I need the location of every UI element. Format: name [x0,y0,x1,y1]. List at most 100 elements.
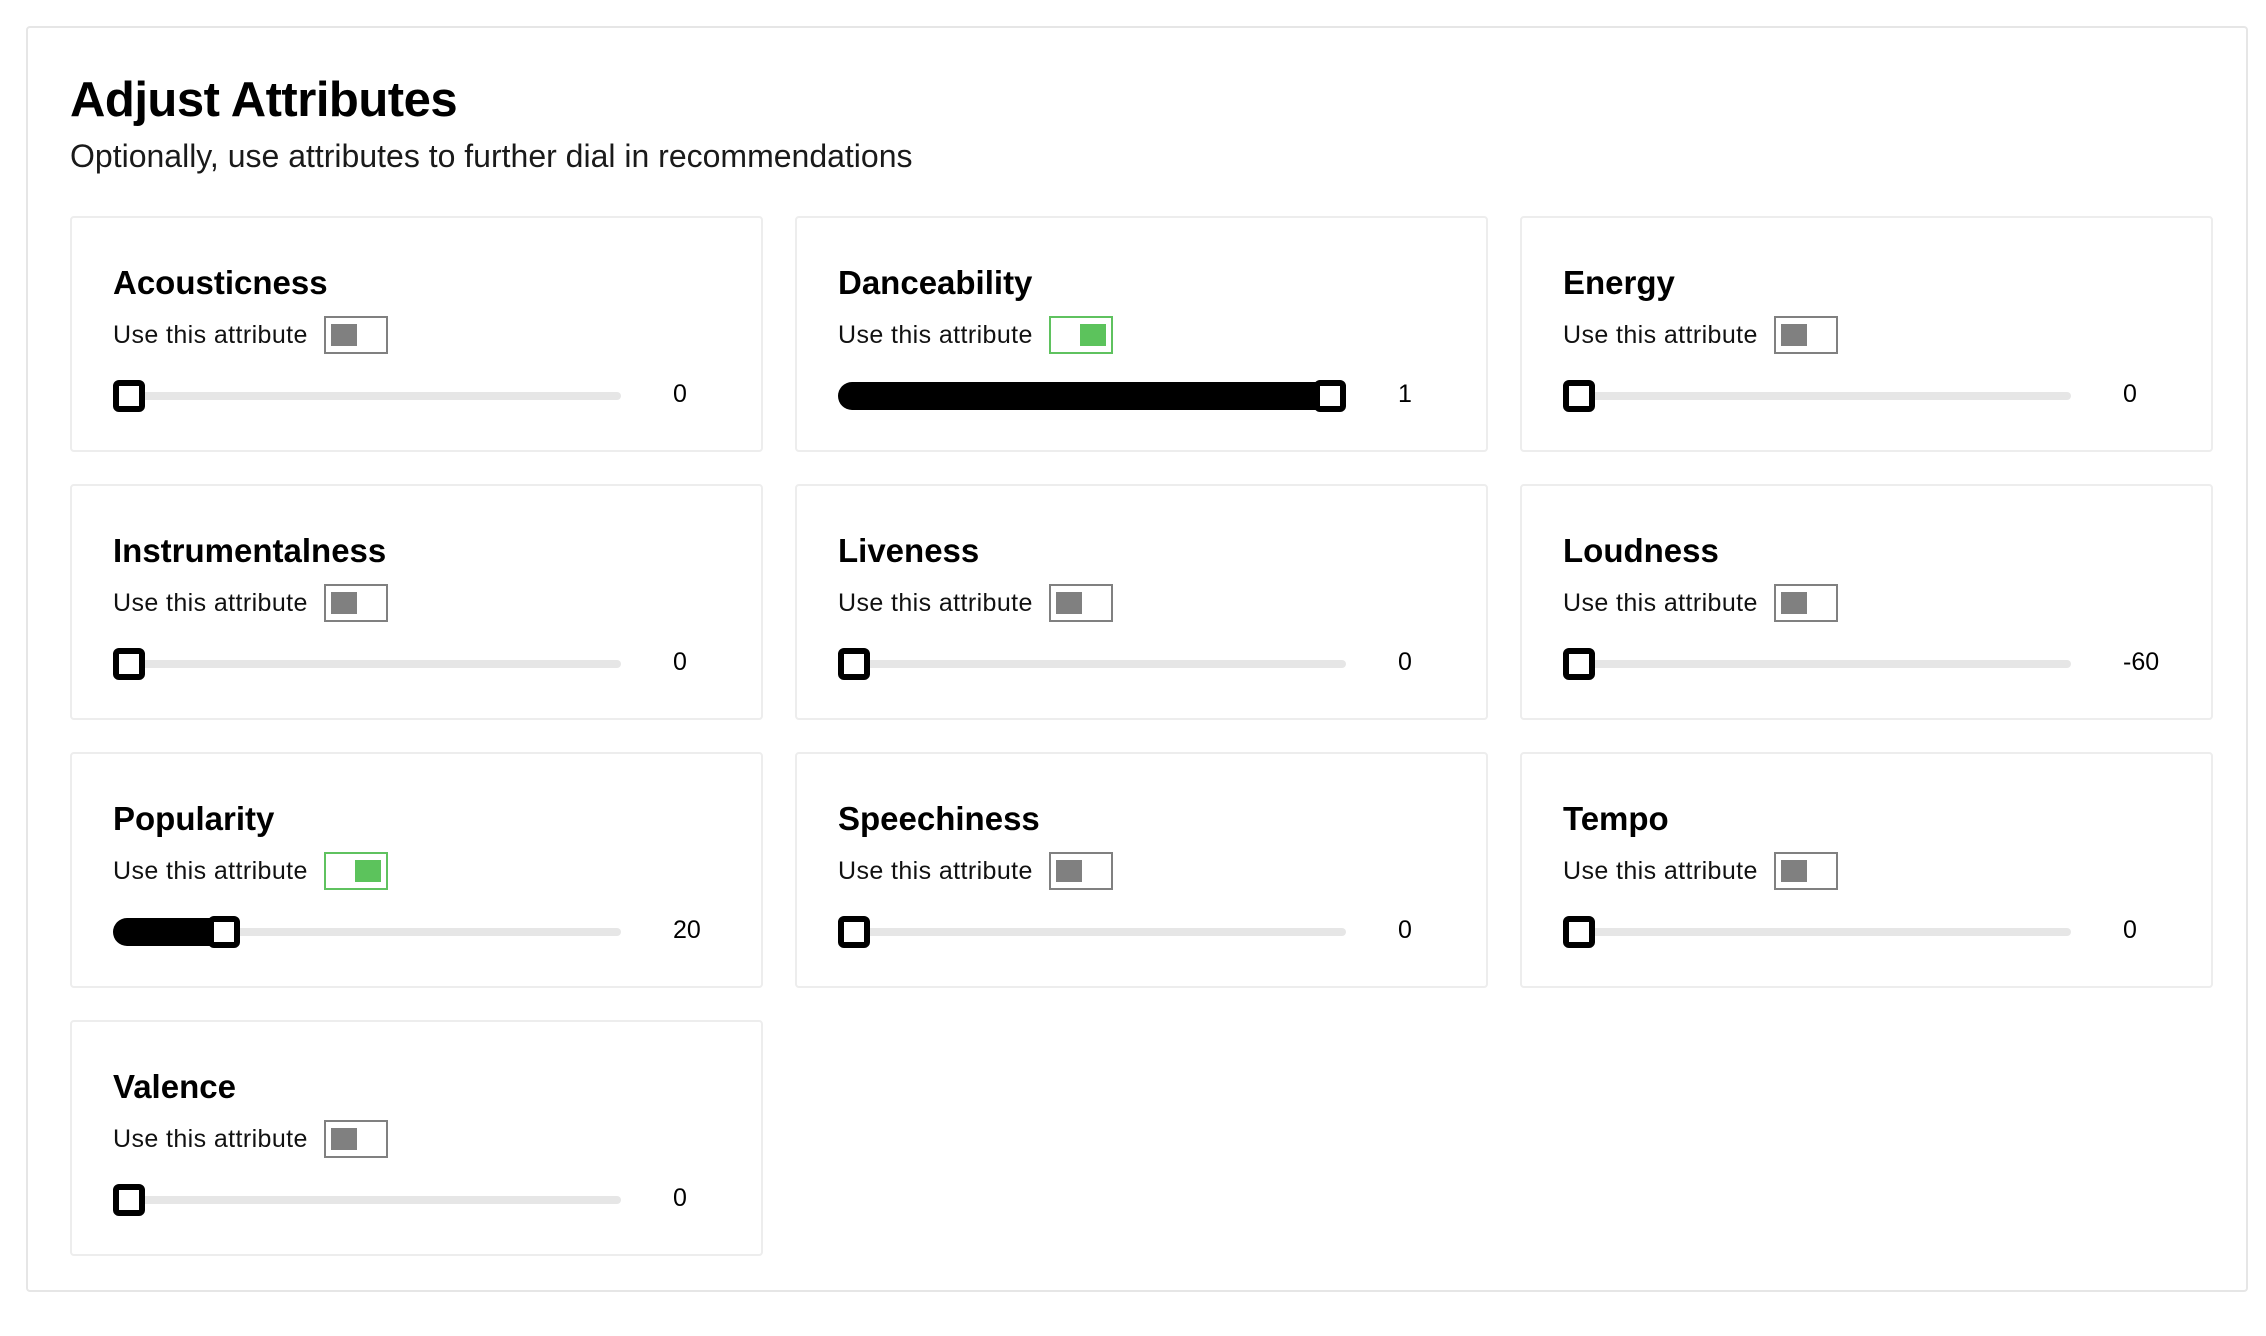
slider-track [1563,928,2071,936]
attribute-card-liveness: Liveness Use this attribute 0 [795,484,1488,720]
attribute-value: -60 [2123,648,2160,676]
attribute-value: 1 [1398,380,1412,408]
use-attribute-row: Use this attribute [113,316,388,354]
use-attribute-row: Use this attribute [1563,316,1838,354]
slider-track [838,660,1346,668]
attribute-slider[interactable] [113,380,621,412]
slider-track [113,1196,621,1204]
use-attribute-label: Use this attribute [1563,856,1758,885]
slider-thumb[interactable] [1314,380,1346,412]
slider-track [1563,660,2071,668]
slider-thumb[interactable] [838,648,870,680]
attribute-card-instrumentalness: Instrumentalness Use this attribute 0 [70,484,763,720]
use-attribute-row: Use this attribute [113,852,388,890]
use-attribute-toggle[interactable] [323,584,388,622]
toggle-knob [330,1128,357,1150]
use-attribute-toggle[interactable] [323,1120,388,1158]
use-attribute-label: Use this attribute [113,588,308,617]
use-attribute-toggle[interactable] [323,316,388,354]
toggle-knob [1079,324,1106,346]
use-attribute-row: Use this attribute [1563,852,1838,890]
attribute-value: 0 [2123,916,2137,944]
slider-thumb[interactable] [838,916,870,948]
attribute-name: Loudness [1563,532,1719,569]
slider-thumb[interactable] [113,1184,145,1216]
slider-thumb[interactable] [1563,916,1595,948]
use-attribute-label: Use this attribute [113,1124,308,1153]
use-attribute-label: Use this attribute [113,320,308,349]
attribute-card-loudness: Loudness Use this attribute -60 [1520,484,2213,720]
attribute-name: Danceability [838,264,1033,301]
attribute-slider[interactable] [1563,380,2071,412]
toggle-knob [330,592,357,614]
use-attribute-toggle[interactable] [1048,584,1113,622]
attribute-card-popularity: Popularity Use this attribute 20 [70,752,763,988]
attribute-card-danceability: Danceability Use this attribute 1 [795,216,1488,452]
use-attribute-row: Use this attribute [1563,584,1838,622]
toggle-knob [1780,860,1807,882]
slider-fill [838,382,1342,410]
attribute-name: Valence [113,1068,236,1105]
section-title: Adjust Attributes [70,73,458,127]
attribute-name: Liveness [838,532,980,569]
attribute-name: Instrumentalness [113,532,387,569]
slider-thumb[interactable] [1563,380,1595,412]
attribute-card-speechiness: Speechiness Use this attribute 0 [795,752,1488,988]
toggle-knob [1055,592,1082,614]
attribute-name: Popularity [113,800,275,837]
attribute-card-tempo: Tempo Use this attribute 0 [1520,752,2213,988]
slider-track [838,928,1346,936]
slider-track [1563,392,2071,400]
attribute-name: Acousticness [113,264,328,301]
slider-thumb[interactable] [113,648,145,680]
use-attribute-row: Use this attribute [838,852,1113,890]
adjust-attributes-panel: Adjust Attributes Optionally, use attrib… [26,26,2248,1292]
attribute-slider[interactable] [113,1184,621,1216]
use-attribute-label: Use this attribute [838,856,1033,885]
use-attribute-row: Use this attribute [113,584,388,622]
attribute-slider[interactable] [1563,916,2071,948]
use-attribute-toggle[interactable] [1773,316,1838,354]
use-attribute-label: Use this attribute [1563,588,1758,617]
attribute-value: 0 [673,648,687,676]
use-attribute-label: Use this attribute [838,320,1033,349]
use-attribute-toggle[interactable] [1773,852,1838,890]
attribute-card-valence: Valence Use this attribute 0 [70,1020,763,1256]
slider-track [113,392,621,400]
use-attribute-toggle[interactable] [1048,852,1113,890]
use-attribute-toggle[interactable] [323,852,388,890]
slider-thumb[interactable] [1563,648,1595,680]
toggle-knob [1780,592,1807,614]
toggle-knob [1055,860,1082,882]
attribute-slider[interactable] [838,380,1346,412]
attribute-value: 0 [673,1184,687,1212]
use-attribute-row: Use this attribute [113,1120,388,1158]
attribute-name: Tempo [1563,800,1669,837]
attribute-value: 0 [1398,916,1412,944]
attribute-name: Energy [1563,264,1675,301]
attribute-slider[interactable] [838,916,1346,948]
use-attribute-toggle[interactable] [1773,584,1838,622]
attribute-card-acousticness: Acousticness Use this attribute 0 [70,216,763,452]
attribute-value: 0 [2123,380,2137,408]
attribute-slider[interactable] [1563,648,2071,680]
attribute-card-energy: Energy Use this attribute 0 [1520,216,2213,452]
attribute-value: 0 [673,380,687,408]
attribute-slider[interactable] [838,648,1346,680]
slider-thumb[interactable] [208,916,241,948]
use-attribute-row: Use this attribute [838,584,1113,622]
use-attribute-label: Use this attribute [1563,320,1758,349]
attribute-name: Speechiness [838,800,1040,837]
slider-thumb[interactable] [113,380,145,412]
use-attribute-toggle[interactable] [1048,316,1113,354]
slider-track [113,660,621,668]
use-attribute-label: Use this attribute [838,588,1033,617]
attribute-value: 0 [1398,648,1412,676]
use-attribute-label: Use this attribute [113,856,308,885]
attribute-slider[interactable] [113,648,621,680]
attribute-slider[interactable] [113,916,621,948]
toggle-knob [1780,324,1807,346]
attribute-value: 20 [673,916,701,944]
section-subtitle: Optionally, use attributes to further di… [70,138,913,174]
use-attribute-row: Use this attribute [838,316,1113,354]
